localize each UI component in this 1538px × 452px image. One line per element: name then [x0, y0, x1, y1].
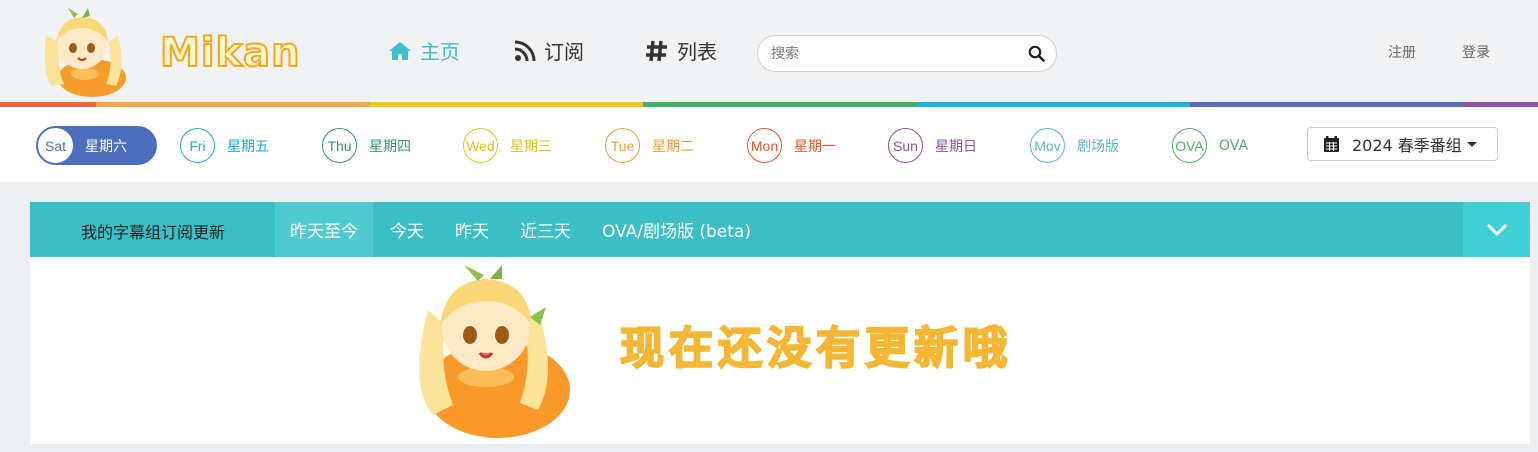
day-abbr-badge: Sat [38, 128, 73, 163]
day-wed[interactable]: Wed 星期三 [463, 126, 552, 165]
day-label: 剧场版 [1077, 138, 1119, 155]
day-movie[interactable]: Mov 剧场版 [1030, 126, 1119, 165]
day-label: 星期日 [935, 138, 977, 155]
search-box [757, 35, 1057, 72]
day-abbr-badge: Mon [747, 128, 782, 163]
chevron-down-icon [1487, 224, 1506, 236]
nav-list[interactable]: 列表 [645, 36, 717, 65]
site-logo[interactable]: Mikan [30, 6, 301, 98]
updates-panel-body: 现在还没有更新哦 [30, 257, 1530, 444]
day-mon[interactable]: Mon 星期一 [747, 126, 836, 165]
season-dropdown[interactable]: 2024 春季番组 [1307, 127, 1498, 161]
day-abbr-badge: Mov [1030, 128, 1065, 163]
empty-state-mascot-icon [419, 265, 570, 438]
day-fri[interactable]: Fri 星期五 [180, 126, 269, 165]
empty-state-message: 现在还没有更新哦 [619, 322, 1012, 375]
tab-last-three-days[interactable]: 近三天 [505, 202, 586, 257]
tab-today[interactable]: 今天 [375, 202, 439, 257]
rss-icon [514, 40, 536, 61]
day-abbr-badge: Sun [888, 128, 923, 163]
mascot-logo-icon [44, 8, 126, 97]
search-input[interactable] [771, 44, 1021, 64]
day-abbr-badge: Fri [180, 128, 215, 163]
search-icon[interactable] [1028, 45, 1045, 62]
home-icon [389, 41, 411, 60]
day-label: 星期五 [227, 138, 269, 155]
updates-panel-title: 我的字幕组订阅更新 [81, 223, 226, 242]
day-abbr-badge: Tue [605, 128, 640, 163]
tab-ova-movie[interactable]: OVA/剧场版 (beta) [587, 202, 766, 257]
login-link[interactable]: 登录 [1462, 42, 1490, 62]
top-navbar: Mikan 主页 订阅 列表 注册 登录 [0, 0, 1538, 102]
tab-since-yesterday[interactable]: 昨天至今 [275, 202, 373, 257]
weekday-selector: Sat 星期六 Fri 星期五 Thu 星期四 Wed 星期三 Tue 星期二 … [0, 107, 1538, 182]
day-thu[interactable]: Thu 星期四 [322, 126, 411, 165]
season-label: 2024 春季番组 [1352, 136, 1462, 155]
day-label: 星期六 [85, 138, 127, 155]
day-sun[interactable]: Sun 星期日 [888, 126, 977, 165]
tab-yesterday[interactable]: 昨天 [440, 202, 504, 257]
site-name: Mikan [159, 29, 301, 77]
day-tue[interactable]: Tue 星期二 [605, 126, 694, 165]
nav-list-label: 列表 [677, 40, 717, 64]
nav-subscribe-label: 订阅 [544, 40, 584, 64]
day-sat[interactable]: Sat 星期六 [36, 126, 157, 165]
day-abbr-badge: Wed [463, 128, 498, 163]
register-link[interactable]: 注册 [1388, 42, 1416, 62]
caret-down-icon [1466, 141, 1477, 147]
day-abbr-badge: OVA [1172, 128, 1207, 163]
collapse-toggle-button[interactable] [1463, 202, 1530, 257]
day-abbr-badge: Thu [322, 128, 357, 163]
calendar-icon [1324, 135, 1339, 152]
nav-home[interactable]: 主页 [388, 36, 460, 65]
day-label: 星期二 [652, 138, 694, 155]
day-ova[interactable]: OVA OVA [1172, 126, 1248, 165]
day-label: 星期三 [510, 138, 552, 155]
day-label: 星期四 [369, 138, 411, 155]
day-label: 星期一 [794, 138, 836, 155]
hashtag-icon [646, 40, 667, 61]
nav-home-label: 主页 [420, 40, 460, 64]
nav-subscribe[interactable]: 订阅 [514, 36, 584, 65]
updates-panel-header: 我的字幕组订阅更新 昨天至今 今天 昨天 近三天 OVA/剧场版 (beta) [30, 202, 1530, 257]
day-label: OVA [1219, 137, 1249, 154]
